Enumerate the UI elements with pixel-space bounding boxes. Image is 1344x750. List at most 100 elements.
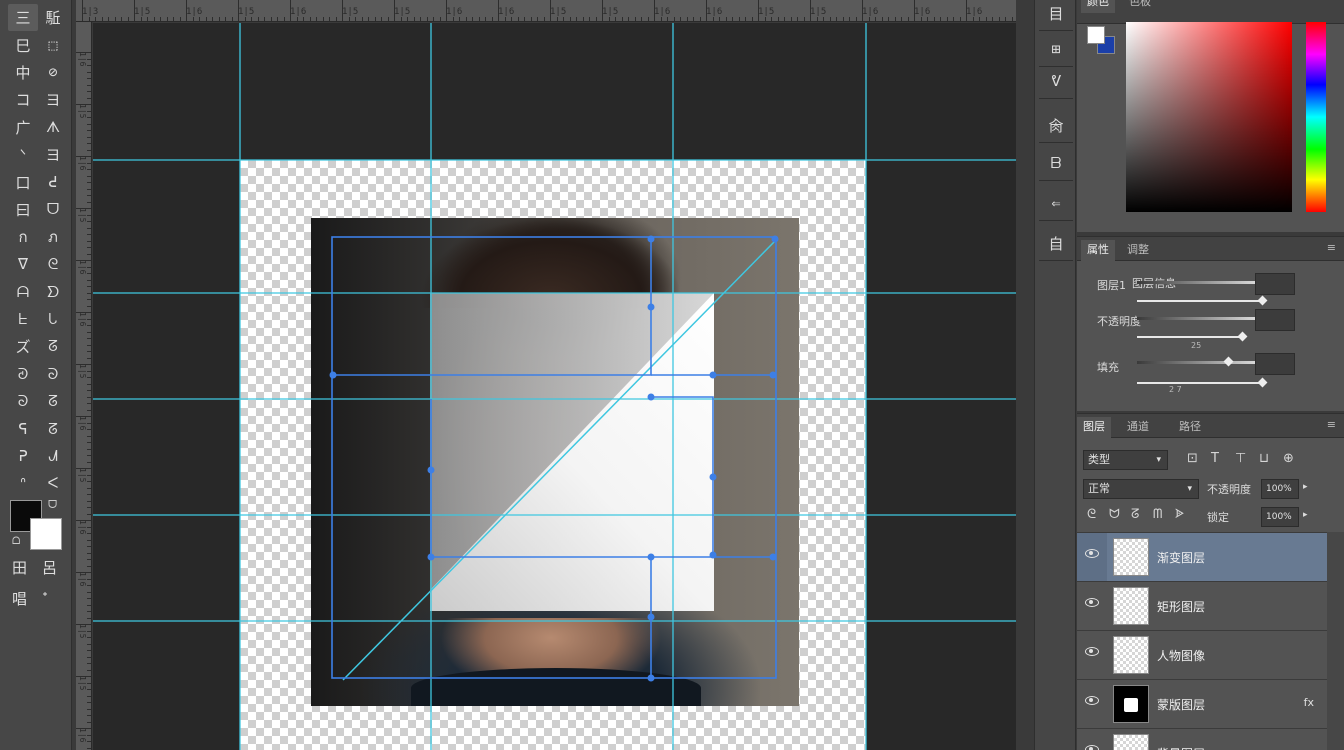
slider-track[interactable] xyxy=(1137,317,1255,320)
eye-icon[interactable] xyxy=(1085,549,1099,558)
lock-option-icon[interactable]: ᘓ xyxy=(1087,507,1096,522)
layers-scrollbar[interactable] xyxy=(1327,532,1344,750)
magic-wand-icon[interactable]: ⊘ xyxy=(38,59,68,86)
hue-slider[interactable] xyxy=(1306,22,1326,212)
layer-filter-icon[interactable]: ⊔ xyxy=(1259,451,1269,466)
edit-mode-icon[interactable]: 呂 xyxy=(42,557,57,578)
bg-eraser-icon[interactable]: ᘓ xyxy=(38,251,68,278)
opacity-value-field[interactable] xyxy=(1255,309,1295,331)
fill-slider-toggle-icon[interactable]: ▸ xyxy=(1303,510,1308,520)
fill-field[interactable]: 100% xyxy=(1261,507,1299,527)
opacity-slider-toggle-icon[interactable]: ▸ xyxy=(1303,482,1308,492)
paint-bucket-icon[interactable]: ᗤ xyxy=(38,278,68,305)
slider-thumb[interactable] xyxy=(1223,356,1234,367)
slider-track[interactable] xyxy=(1137,361,1255,364)
layer-thumbnail[interactable] xyxy=(1113,636,1149,674)
burn-icon[interactable]: ᘔ xyxy=(38,333,68,360)
move-icon[interactable]: 三 xyxy=(8,4,38,32)
slider-arrow[interactable] xyxy=(1137,336,1241,338)
tab-properties[interactable]: 属性 xyxy=(1081,240,1115,261)
slider-arrow[interactable] xyxy=(1137,382,1261,384)
eyedropper-icon[interactable]: 广 xyxy=(8,114,38,141)
tab-adjustments[interactable]: 调整 xyxy=(1121,240,1155,261)
layer-name[interactable]: 背景图层 xyxy=(1157,745,1205,750)
saturation-brightness-field[interactable] xyxy=(1126,22,1292,212)
marquee-icon[interactable]: 巳 xyxy=(8,31,38,58)
layer-name[interactable]: 人物图像 xyxy=(1157,647,1205,664)
healing-icon[interactable]: ᐠ xyxy=(8,141,38,168)
layer-row[interactable]: 渐变图层 xyxy=(1077,532,1344,581)
patch-icon[interactable]: ヨ xyxy=(38,141,68,168)
slider-arrow[interactable] xyxy=(1137,300,1261,302)
slice-icon[interactable]: ヨ xyxy=(38,86,68,113)
lock-option-icon[interactable]: ᗎ xyxy=(1175,507,1184,522)
stamp-icon[interactable]: 曰 xyxy=(8,196,38,223)
path-select-icon[interactable]: ᕋ xyxy=(8,415,38,442)
libraries-icon[interactable]: 自 xyxy=(1043,230,1069,256)
layer-row[interactable]: 矩形图层 xyxy=(1077,581,1344,630)
fill-value-field[interactable] xyxy=(1255,353,1295,375)
zoom-icon[interactable]: ᐸ xyxy=(38,470,68,497)
lock-option-icon[interactable]: ᗢ xyxy=(1109,507,1120,522)
slider-thumb[interactable] xyxy=(1257,377,1268,388)
artboard-icon[interactable]: 駈 xyxy=(38,4,68,31)
layer-thumbnail[interactable] xyxy=(1113,734,1149,750)
layer-effects-badge[interactable]: fx xyxy=(1304,696,1314,709)
tab-channels[interactable]: 通道 xyxy=(1121,417,1155,438)
ellipse-icon[interactable]: ᗂ xyxy=(38,442,68,469)
lock-option-icon[interactable]: ᗰ xyxy=(1153,507,1162,522)
layer-filter-icon[interactable]: ⊤ xyxy=(1235,451,1246,466)
history-icon[interactable]: 目 xyxy=(1043,0,1069,26)
layer-row[interactable]: 人物图像 xyxy=(1077,630,1344,679)
properties-icon[interactable]: ᗷ xyxy=(1043,150,1069,176)
canvas-area[interactable] xyxy=(93,23,1016,750)
layer-thumbnail[interactable] xyxy=(1113,587,1149,625)
layer-filter-icon[interactable]: T xyxy=(1211,451,1219,466)
panel-menu-icon[interactable]: ≡ xyxy=(1327,241,1336,254)
gradient-icon[interactable]: ᗩ xyxy=(8,278,38,305)
opacity-field[interactable]: 100% xyxy=(1261,479,1299,499)
crop-icon[interactable]: コ xyxy=(8,86,38,113)
dodge-icon[interactable]: ズ xyxy=(8,333,38,360)
actions-icon[interactable]: ⊞ xyxy=(1043,36,1069,62)
pencil-icon[interactable]: ᕍ xyxy=(38,168,68,195)
layer-name[interactable]: 渐变图层 xyxy=(1157,549,1205,566)
brush-icon[interactable]: 口 xyxy=(8,168,38,195)
screen-mode-icon[interactable]: 唱 xyxy=(12,588,27,609)
art-history-icon[interactable]: ภ xyxy=(38,223,68,250)
type-icon[interactable]: ᘐ xyxy=(8,387,38,414)
rectangle-icon[interactable]: ᕈ xyxy=(8,442,38,469)
eye-icon[interactable] xyxy=(1085,745,1099,750)
tab-layers[interactable]: 图层 xyxy=(1077,417,1111,438)
pen-icon[interactable]: ᘑ xyxy=(8,360,38,387)
tab-swatches[interactable]: 色板 xyxy=(1123,0,1157,13)
tab-paths[interactable]: 路径 xyxy=(1173,417,1207,438)
horizontal-ruler[interactable]: 1|3 1|5 1|6 1|5 1|6 1|5 1|5 1|6 1|6 1|5 1|5 1|6 1|6 1… xyxy=(76,0,1016,22)
blend-mode-select[interactable]: 正常 ▾ xyxy=(1083,479,1199,499)
layer-thumbnail[interactable] xyxy=(1113,685,1149,723)
swatches-icon[interactable]: 肏 xyxy=(1043,112,1069,138)
freeform-pen-icon[interactable]: ᘐ xyxy=(38,360,68,387)
color-panel-foreground-swatch[interactable] xyxy=(1087,26,1105,44)
layer-name[interactable]: 蒙版图层 xyxy=(1157,696,1205,713)
quick-mask-icon[interactable]: 田 xyxy=(12,557,27,578)
sharpen-icon[interactable]: ᘂ xyxy=(38,305,68,332)
lock-option-icon[interactable]: ᘔ xyxy=(1131,507,1139,522)
eye-icon[interactable] xyxy=(1085,598,1099,607)
layer-filter-kind-select[interactable]: 类型 ▾ xyxy=(1083,450,1168,470)
direct-select-icon[interactable]: ᘔ xyxy=(38,415,68,442)
eye-icon[interactable] xyxy=(1085,696,1099,705)
eye-icon[interactable] xyxy=(1085,647,1099,656)
paths-icon[interactable]: ⇐ xyxy=(1043,190,1069,216)
vertical-ruler[interactable]: 1|6 1|5 1|6 1|5 1|6 1|6 1|5 1|6 1|5 1|6 1|6 1|5 1|5 1… xyxy=(76,22,92,750)
layer-row[interactable]: 背景图层 xyxy=(1077,728,1344,750)
layer-filter-icon[interactable]: ⊕ xyxy=(1283,451,1294,466)
blur-icon[interactable]: ᖶ xyxy=(8,305,38,332)
slider-thumb[interactable] xyxy=(1237,331,1248,342)
hand-icon[interactable]: ᐢ xyxy=(8,470,38,497)
background-color-swatch[interactable] xyxy=(30,518,62,550)
layer-thumbnail[interactable] xyxy=(1113,538,1149,576)
layers-panel-menu-icon[interactable]: ≡ xyxy=(1327,418,1336,431)
slider-track[interactable] xyxy=(1137,281,1255,284)
quick-select-icon[interactable]: 中 xyxy=(8,59,38,86)
